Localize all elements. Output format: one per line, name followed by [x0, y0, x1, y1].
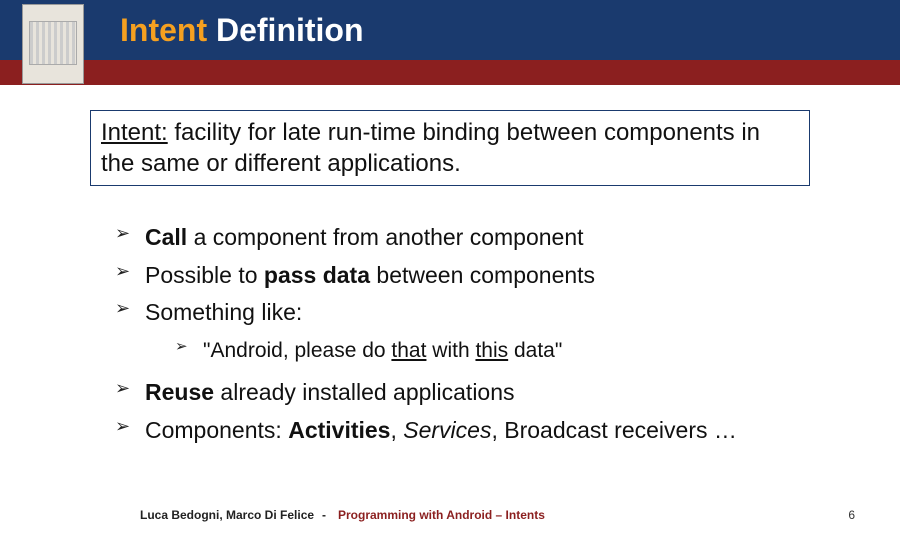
bullet-text: a component from another component [187, 224, 583, 250]
bullet-italic: Services [403, 417, 491, 443]
sub-bullet-item: "Android, please do that with this data" [175, 335, 835, 368]
slide-title: Intent Definition [120, 12, 364, 49]
bullet-text: Possible to [145, 262, 264, 288]
sub-underline: that [391, 339, 426, 362]
bullet-text: Something like: [145, 299, 302, 325]
definition-box: Intent: facility for late run-time bindi… [90, 110, 810, 186]
bullet-text: Components: [145, 417, 288, 443]
footer-page-number: 6 [848, 508, 855, 522]
sub-text: data" [508, 339, 562, 362]
bullet-item: Possible to pass data between components [115, 258, 835, 294]
header-red-bar [0, 60, 900, 85]
sub-text: "Android, please do [203, 339, 391, 362]
title-rest: Definition [207, 12, 363, 48]
bullet-text: , Broadcast receivers … [491, 417, 736, 443]
bullet-list: Call a component from another component … [115, 220, 835, 451]
sub-text: with [426, 339, 475, 362]
bullet-bold: Reuse [145, 379, 214, 405]
bullet-item: Components: Activities, Services, Broadc… [115, 413, 835, 449]
bullet-text: , [390, 417, 403, 443]
bullet-bold: Call [145, 224, 187, 250]
title-accent-word: Intent [120, 12, 207, 48]
sub-underline: this [475, 339, 508, 362]
bullet-text: already installed applications [214, 379, 514, 405]
bullet-text: between components [370, 262, 595, 288]
bullet-item: Reuse already installed applications [115, 375, 835, 411]
definition-text: facility for late run-time binding betwe… [101, 119, 760, 177]
footer-topic: Programming with Android – Intents [338, 508, 545, 522]
university-seal-logo [22, 4, 84, 84]
footer-authors: Luca Bedogni, Marco Di Felice [140, 508, 314, 522]
definition-lead: Intent: [101, 119, 168, 146]
footer-separator: - [322, 508, 326, 522]
bullet-item: Something like: [115, 295, 835, 331]
bullet-bold: Activities [288, 417, 390, 443]
bullet-bold: pass data [264, 262, 370, 288]
bullet-item: Call a component from another component [115, 220, 835, 256]
